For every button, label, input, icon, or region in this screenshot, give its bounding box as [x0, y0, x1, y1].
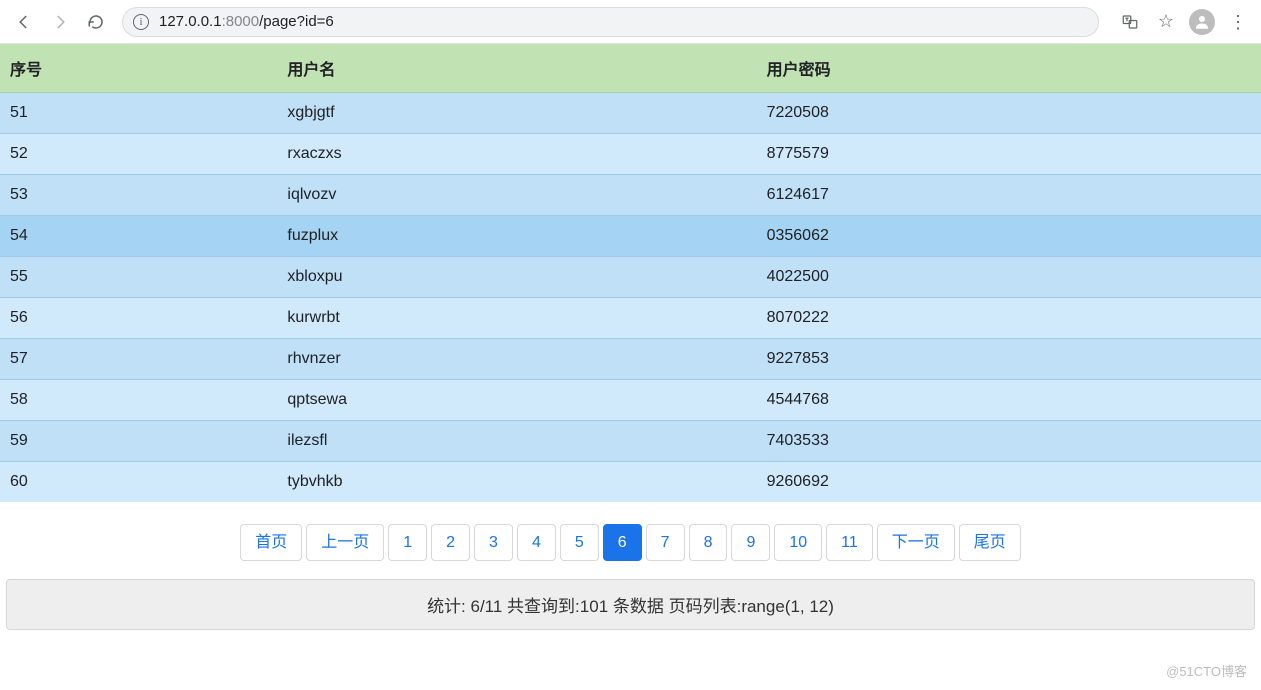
cell-username: ilezsfl	[277, 421, 756, 462]
cell-id: 59	[0, 421, 277, 462]
column-header-id: 序号	[0, 44, 277, 93]
cell-username: rhvnzer	[277, 339, 756, 380]
table-row[interactable]: 56kurwrbt8070222	[0, 298, 1261, 339]
toolbar-right: ☆ ⋮	[1115, 7, 1253, 37]
pagination: 首页上一页1234567891011下一页尾页	[0, 524, 1261, 561]
forward-button[interactable]	[44, 6, 76, 38]
stats-text: 统计: 6/11 共查询到:101 条数据 页码列表:range(1, 12)	[427, 597, 834, 616]
cell-username: xgbjgtf	[277, 93, 756, 134]
users-table: 序号 用户名 用户密码 51xgbjgtf722050852rxaczxs877…	[0, 44, 1261, 502]
cell-id: 51	[0, 93, 277, 134]
cell-password: 0356062	[757, 216, 1261, 257]
page-1[interactable]: 1	[388, 524, 427, 561]
table-row[interactable]: 55xbloxpu4022500	[0, 257, 1261, 298]
page-next[interactable]: 下一页	[877, 524, 955, 561]
url-host: 127.0.0.1	[159, 13, 222, 30]
cell-id: 58	[0, 380, 277, 421]
cell-username: iqlvozv	[277, 175, 756, 216]
cell-username: qptsewa	[277, 380, 756, 421]
cell-username: fuzplux	[277, 216, 756, 257]
stats-bar: 统计: 6/11 共查询到:101 条数据 页码列表:range(1, 12)	[6, 579, 1255, 630]
page-3[interactable]: 3	[474, 524, 513, 561]
cell-id: 54	[0, 216, 277, 257]
page-last[interactable]: 尾页	[959, 524, 1021, 561]
cell-password: 7220508	[757, 93, 1261, 134]
cell-password: 6124617	[757, 175, 1261, 216]
browser-toolbar: i 127.0.0.1:8000/page?id=6 ☆ ⋮	[0, 0, 1261, 44]
table-row[interactable]: 51xgbjgtf7220508	[0, 93, 1261, 134]
cell-password: 4544768	[757, 380, 1261, 421]
browser-menu-icon[interactable]: ⋮	[1223, 7, 1253, 37]
cell-password: 4022500	[757, 257, 1261, 298]
reload-button[interactable]	[80, 6, 112, 38]
cell-id: 60	[0, 462, 277, 503]
cell-id: 55	[0, 257, 277, 298]
cell-username: kurwrbt	[277, 298, 756, 339]
table-row[interactable]: 60tybvhkb9260692	[0, 462, 1261, 503]
page-2[interactable]: 2	[431, 524, 470, 561]
cell-username: tybvhkb	[277, 462, 756, 503]
table-row[interactable]: 54fuzplux0356062	[0, 216, 1261, 257]
page-6[interactable]: 6	[603, 524, 642, 561]
cell-password: 9260692	[757, 462, 1261, 503]
cell-password: 7403533	[757, 421, 1261, 462]
page-content: 序号 用户名 用户密码 51xgbjgtf722050852rxaczxs877…	[0, 44, 1261, 630]
bookmark-star-icon[interactable]: ☆	[1151, 7, 1181, 37]
page-7[interactable]: 7	[646, 524, 685, 561]
watermark: @51CTO博客	[1166, 661, 1247, 680]
table-row[interactable]: 53iqlvozv6124617	[0, 175, 1261, 216]
profile-avatar-icon[interactable]	[1187, 7, 1217, 37]
cell-id: 53	[0, 175, 277, 216]
page-9[interactable]: 9	[731, 524, 770, 561]
page-10[interactable]: 10	[774, 524, 822, 561]
page-first[interactable]: 首页	[240, 524, 302, 561]
table-row[interactable]: 59ilezsfl7403533	[0, 421, 1261, 462]
column-header-password: 用户密码	[757, 44, 1261, 93]
column-header-username: 用户名	[277, 44, 756, 93]
site-info-icon[interactable]: i	[133, 14, 149, 30]
cell-username: xbloxpu	[277, 257, 756, 298]
table-row[interactable]: 52rxaczxs8775579	[0, 134, 1261, 175]
cell-username: rxaczxs	[277, 134, 756, 175]
table-row[interactable]: 57rhvnzer9227853	[0, 339, 1261, 380]
table-header-row: 序号 用户名 用户密码	[0, 44, 1261, 93]
page-4[interactable]: 4	[517, 524, 556, 561]
cell-password: 8775579	[757, 134, 1261, 175]
cell-id: 52	[0, 134, 277, 175]
address-bar[interactable]: i 127.0.0.1:8000/page?id=6	[122, 7, 1099, 37]
cell-id: 56	[0, 298, 277, 339]
page-5[interactable]: 5	[560, 524, 599, 561]
translate-icon[interactable]	[1115, 7, 1145, 37]
back-button[interactable]	[8, 6, 40, 38]
url-port: :8000	[222, 13, 260, 30]
page-11[interactable]: 11	[826, 524, 873, 561]
cell-id: 57	[0, 339, 277, 380]
page-prev[interactable]: 上一页	[306, 524, 384, 561]
url-path: /page?id=6	[259, 13, 334, 30]
table-row[interactable]: 58qptsewa4544768	[0, 380, 1261, 421]
cell-password: 8070222	[757, 298, 1261, 339]
page-8[interactable]: 8	[689, 524, 728, 561]
cell-password: 9227853	[757, 339, 1261, 380]
